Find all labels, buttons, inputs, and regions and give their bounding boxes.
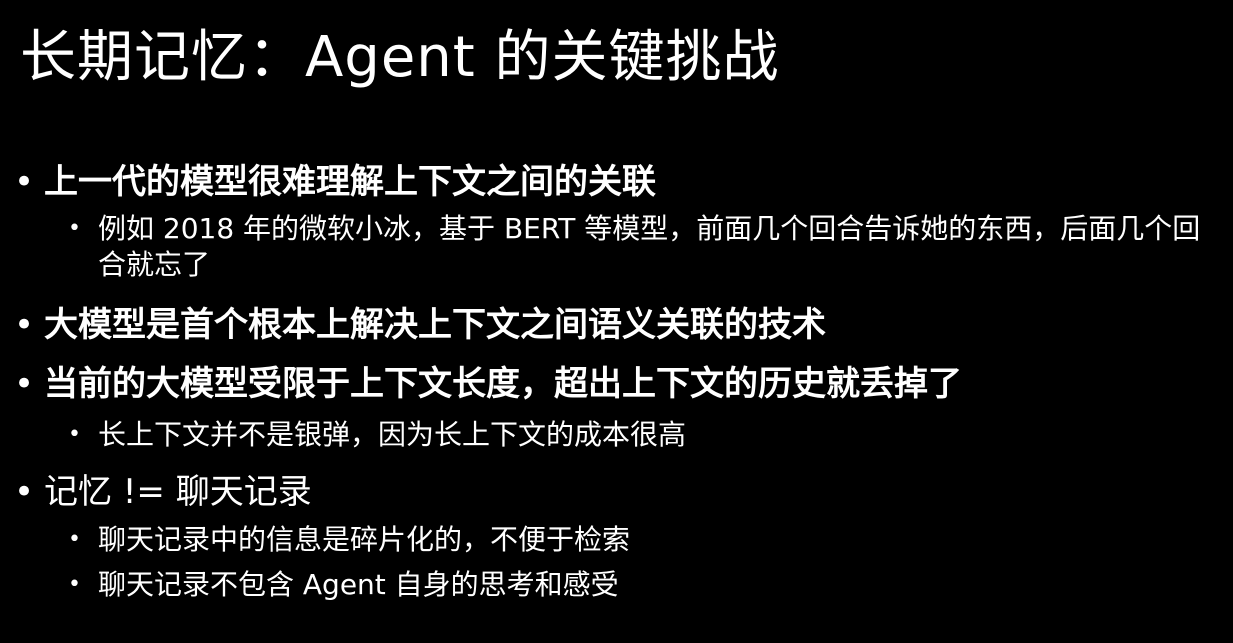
slide-title: 长期记忆：Agent 的关键挑战 [20, 25, 780, 90]
bullet-text: 聊天记录中的信息是碎片化的，不便于检索 [98, 523, 631, 556]
bullet-text: 上一代的模型很难理解上下文之间的关联 [44, 162, 656, 202]
bullet-text: 聊天记录不包含 Agent 自身的思考和感受 [98, 568, 619, 601]
bullet-dot: • [14, 305, 35, 345]
bullet-text: 记忆 != 聊天记录 [44, 472, 312, 512]
bullet-dot: • [14, 364, 35, 404]
bullet-dot: • [68, 527, 81, 552]
bullet-dot: • [68, 216, 81, 241]
slide: 长期记忆：Agent 的关键挑战 • 上一代的模型很难理解上下文之间的关联 • … [0, 0, 1233, 643]
bullet-text: 长上下文并不是银弹，因为长上下文的成本很高 [98, 418, 687, 451]
bullet-dot: • [68, 572, 81, 597]
bullet-dot: • [14, 162, 35, 202]
bullet-text: 当前的大模型受限于上下文长度，超出上下文的历史就丢掉了 [44, 364, 962, 404]
bullet-text: 例如 2018 年的微软小冰，基于 BERT 等模型，前面几个回合告诉她的东西，… [98, 212, 1201, 281]
bullet-dot: • [68, 422, 81, 447]
bullet-dot: • [14, 472, 35, 512]
bullet-text: 大模型是首个根本上解决上下文之间语义关联的技术 [44, 305, 826, 345]
